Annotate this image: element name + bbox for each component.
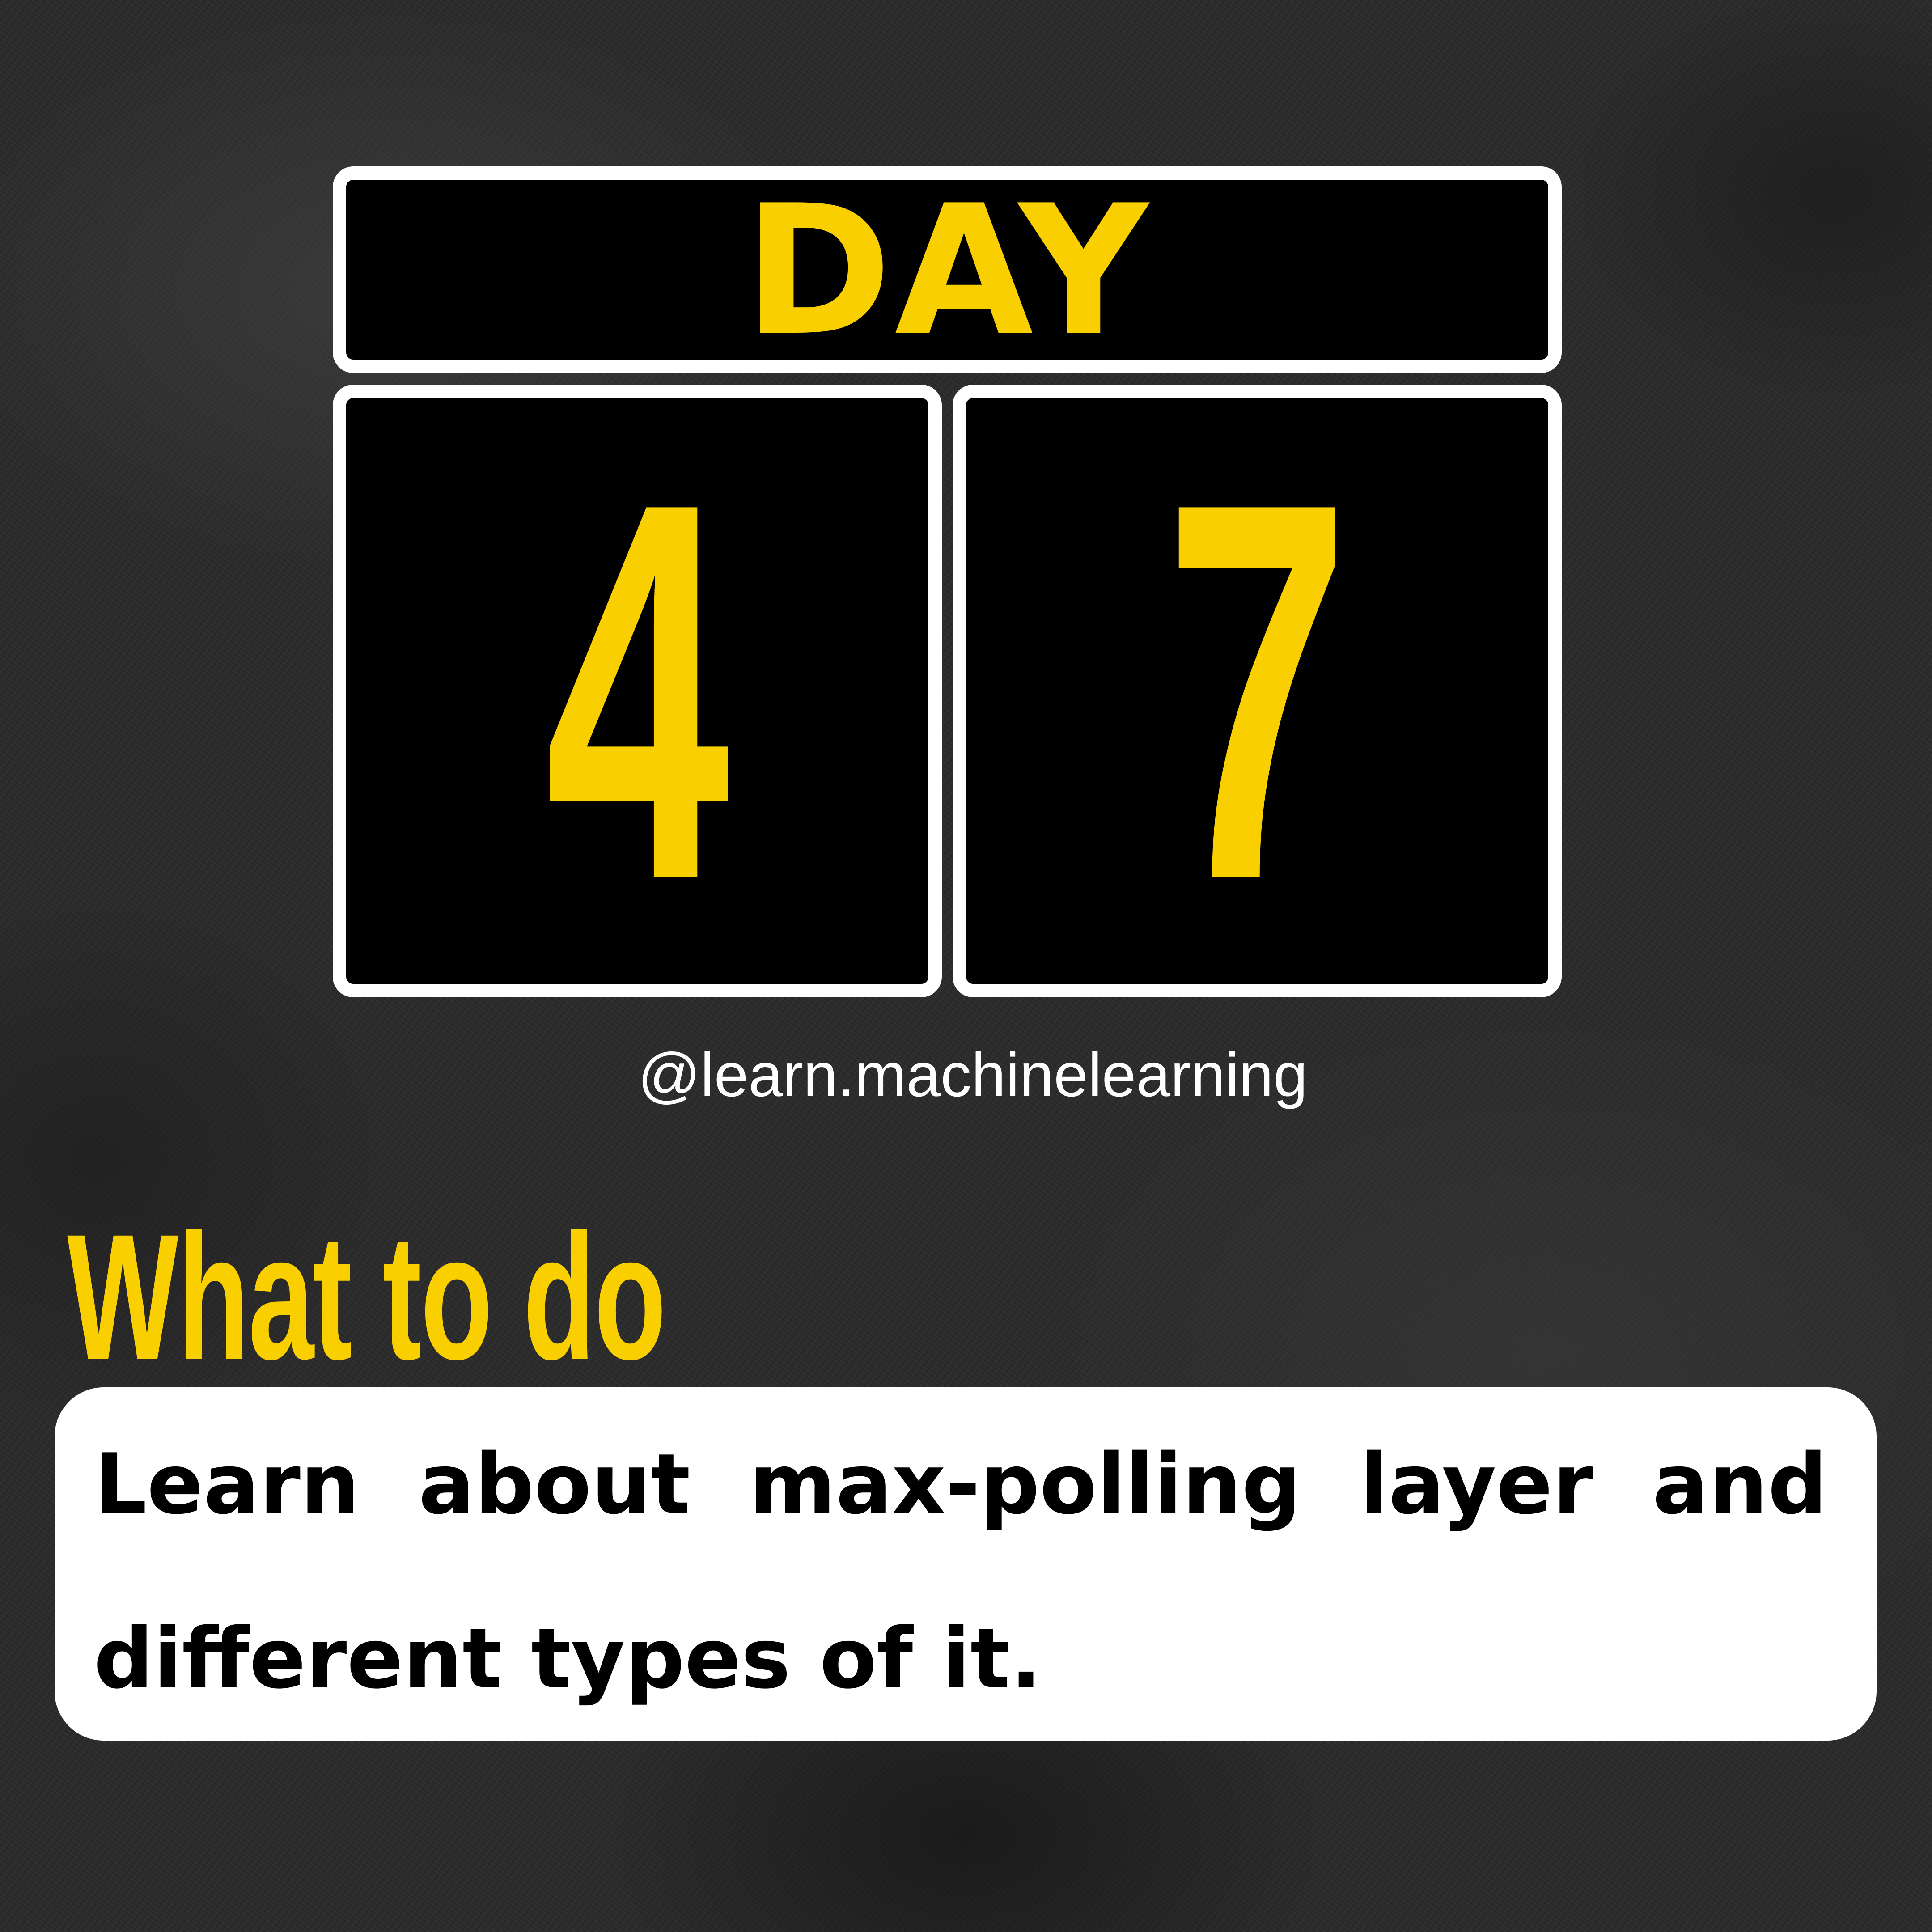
day-label: DAY <box>743 167 1151 375</box>
day-digit-panel-tens: 4 <box>333 385 942 997</box>
task-card: Learn about max-polling layer and differ… <box>55 1387 1877 1741</box>
day-digit-ones: 7 <box>1165 391 1350 991</box>
task-description: Learn about max-polling layer and differ… <box>94 1436 1827 1707</box>
day-digit-tens: 4 <box>545 391 730 991</box>
account-handle: @learn.machinelearning <box>638 1041 1308 1110</box>
section-heading: What to do <box>67 1197 666 1397</box>
day-label-panel: DAY <box>333 166 1562 373</box>
day-digit-panel-ones: 7 <box>953 385 1562 997</box>
